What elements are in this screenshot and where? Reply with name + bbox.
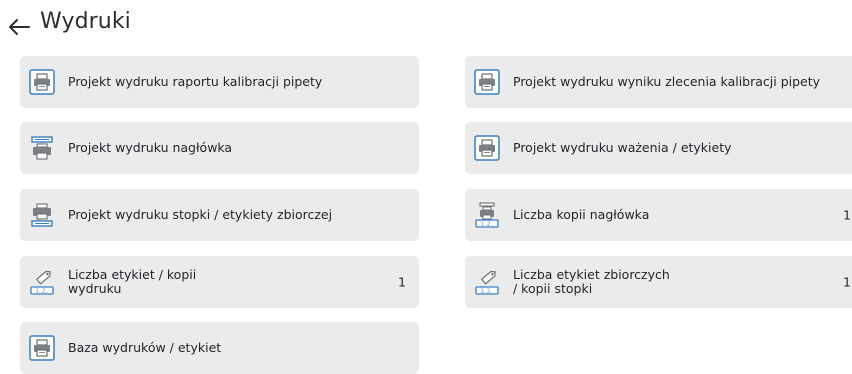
tile-footer-print[interactable]: Projekt wydruku stopki / etykiety zbiorc… xyxy=(20,189,419,241)
tile-value: 1 xyxy=(398,274,406,290)
tile-order-result[interactable]: Projekt wydruku wyniku zlecenia kalibrac… xyxy=(465,56,852,108)
tile-label: Projekt wydruku stopki / etykiety zbiorc… xyxy=(68,207,333,222)
tile-label: Projekt wydruku raportu kalibracji pipet… xyxy=(68,74,323,89)
page-header: Wydruki xyxy=(0,0,852,48)
tile-label: Projekt wydruku wyniku zlecenia kalibrac… xyxy=(513,74,821,89)
tile-label: Liczba kopii nagłówka xyxy=(513,207,650,222)
back-arrow-icon[interactable] xyxy=(8,18,30,36)
tile-value: 1 xyxy=(843,274,851,290)
tile-label: Projekt wydruku ważenia / etykiety xyxy=(513,140,732,155)
tile-label: Projekt wydruku nagłówka xyxy=(68,140,233,155)
tile-collective-label-copies[interactable]: 1..2.. Liczba etykiet zbiorczych / kopii… xyxy=(465,256,852,308)
svg-text:1..2..: 1..2.. xyxy=(36,289,49,295)
svg-text:1..2..: 1..2.. xyxy=(481,222,494,228)
svg-text:1..2..: 1..2.. xyxy=(481,289,494,295)
tag-counter-icon: 1..2.. xyxy=(30,270,54,295)
tile-header-print[interactable]: Projekt wydruku nagłówka xyxy=(20,122,419,174)
tile-label-line-2: wydruku xyxy=(68,281,122,296)
tile-header-copies[interactable]: 1..2.. Liczba kopii nagłówka 1 xyxy=(465,189,852,241)
tile-label-copies[interactable]: 1..2.. Liczba etykiet / kopii wydruku 1 xyxy=(20,256,419,308)
tile-report-calibration[interactable]: Projekt wydruku raportu kalibracji pipet… xyxy=(20,56,419,108)
tile-weighing-label[interactable]: Projekt wydruku ważenia / etykiety xyxy=(465,122,852,174)
tile-value: 1 xyxy=(843,207,851,223)
printer-doc-icon xyxy=(29,335,55,361)
printer-footer-icon xyxy=(31,203,53,227)
printer-copies-icon: 1..2.. xyxy=(475,202,499,228)
printer-doc-icon xyxy=(474,69,500,95)
tile-print-database[interactable]: Baza wydruków / etykiet xyxy=(20,322,419,374)
tag-counter-icon: 1..2.. xyxy=(475,270,499,295)
tile-label-line-2: / kopii stopki xyxy=(513,281,593,296)
page-title: Wydruki xyxy=(40,9,131,34)
printer-doc-icon xyxy=(29,69,55,95)
tile-label-line-1: Liczba etykiet zbiorczych xyxy=(513,267,670,282)
tile-label: Liczba etykiet / kopii wydruku xyxy=(68,268,196,296)
tile-label-line-1: Liczba etykiet / kopii xyxy=(68,267,197,282)
printer-doc-icon xyxy=(474,135,500,161)
tile-label: Baza wydruków / etykiet xyxy=(68,340,222,355)
tile-label: Liczba etykiet zbiorczych / kopii stopki xyxy=(513,268,670,296)
printer-header-icon xyxy=(31,136,53,160)
